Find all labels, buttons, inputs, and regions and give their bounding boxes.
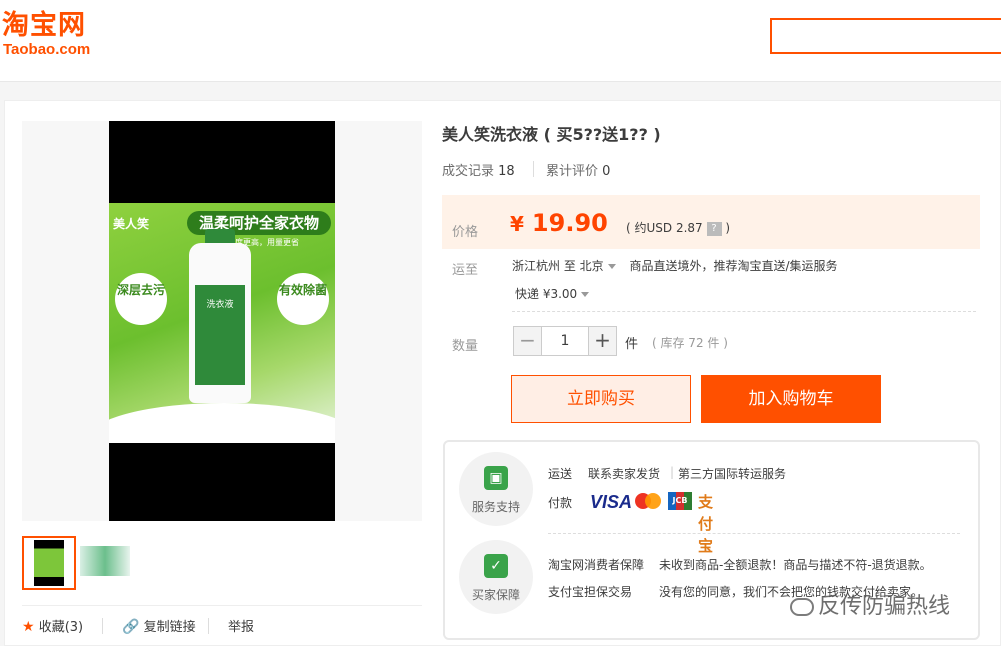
increase-button[interactable]: + [588, 327, 616, 355]
add-to-cart-button[interactable]: 加入购物车 [701, 375, 881, 423]
shipping-row: 浙江杭州 至 北京 商品直送境外，推荐淘宝直送/集运服务 [512, 259, 838, 273]
shipping-note: 商品直送境外，推荐淘宝直送/集运服务 [629, 259, 838, 273]
jcb-logo: JCB [668, 492, 692, 510]
favorite-label: 收藏(3) [38, 620, 84, 635]
shipping-service-label: 运送 [548, 467, 573, 481]
shield-icon: ✓ [484, 554, 508, 578]
truck-icon: ▣ [484, 466, 508, 490]
main-product-image[interactable]: 美人笑 温柔呵护全家衣物 浓度更高，用量更省 深层去污 有效除菌 洗衣液 [22, 121, 422, 521]
consumer-protection-link[interactable]: 淘宝网消费者保障 [548, 556, 644, 573]
visa-logo: VISA [590, 492, 633, 512]
alipay-guarantee-link[interactable]: 支付宝担保交易 [548, 583, 632, 600]
quantity-stepper: − + [513, 326, 617, 356]
protection-text: 未收到商品-全额退款！商品与描述不符-退货退款。 [659, 558, 932, 572]
thumbnail-2[interactable] [80, 546, 130, 576]
quantity-label: 数量 [452, 339, 479, 354]
shipping-label: 运至 [452, 263, 479, 278]
copy-link[interactable]: 🔗 复制链接 [122, 616, 196, 635]
product-actions: ★ 收藏(3) 🔗 复制链接 举报 [22, 605, 422, 645]
decrease-button[interactable]: − [514, 327, 542, 355]
price-panel: 价格 ¥19.90 ( 约USD 2.87 ? ) [442, 195, 980, 249]
bottle-label: 洗衣液 [195, 285, 245, 385]
photo-brand: 美人笑 [113, 217, 150, 231]
help-icon[interactable]: ? [706, 221, 722, 236]
service-support: ▣ 服务支持 [459, 452, 533, 526]
favorite-link[interactable]: ★ 收藏(3) [22, 616, 83, 635]
watermark: 反传防骗热线 [790, 588, 950, 620]
photo-bubble-right: 有效除菌 [277, 273, 329, 325]
sales-count: 18 [498, 164, 515, 179]
star-icon: ★ [22, 619, 35, 635]
top-header: 淘宝网 Taobao.com [0, 0, 1001, 82]
search-input[interactable] [770, 18, 1001, 54]
milk-splash [109, 403, 335, 443]
destination-select[interactable]: 北京 [580, 259, 626, 273]
price-label: 价格 [452, 225, 479, 240]
payment-label: 付款 [548, 496, 573, 510]
price: ¥19.90 [510, 209, 608, 237]
quantity-input[interactable] [543, 327, 587, 355]
taobao-logo-domain[interactable]: Taobao.com [3, 41, 90, 59]
review-count[interactable]: 累计评价 0 [546, 160, 610, 179]
sales-record[interactable]: 成交记录 18 [442, 160, 515, 179]
buy-now-button[interactable]: 立即购买 [511, 375, 691, 423]
taobao-logo[interactable]: 淘宝网 [2, 10, 86, 42]
usd-price: ( 约USD 2.87 ? ) [626, 221, 731, 236]
express-fee-select[interactable]: 快递 ¥3.00 [515, 285, 599, 302]
shipping-service-2: 第三方国际转运服务 [678, 467, 787, 481]
link-icon: 🔗 [122, 619, 140, 635]
wechat-icon [790, 598, 814, 616]
shipping-service-1: 联系卖家发货 [588, 467, 661, 481]
thumbnail-1[interactable] [22, 536, 76, 590]
price-value: 19.90 [531, 209, 608, 237]
chevron-down-icon [581, 292, 590, 297]
quantity-unit: 件 [625, 337, 639, 352]
alipay-logo: 支付宝 [698, 493, 714, 555]
product-title: 美人笑洗衣液 ( 买5??送1?? ) [442, 125, 661, 144]
buyer-protection: ✓ 买家保障 [459, 540, 533, 614]
copy-link-label: 复制链接 [143, 620, 196, 635]
report-link[interactable]: 举报 [228, 616, 254, 635]
chevron-down-icon [607, 264, 616, 269]
photo-bubble-left: 深层去污 [115, 273, 167, 325]
stock-count: ( 库存 72 件 ) [652, 336, 728, 350]
product-photo: 美人笑 温柔呵护全家衣物 浓度更高，用量更省 深层去污 有效除菌 洗衣液 [109, 203, 335, 443]
